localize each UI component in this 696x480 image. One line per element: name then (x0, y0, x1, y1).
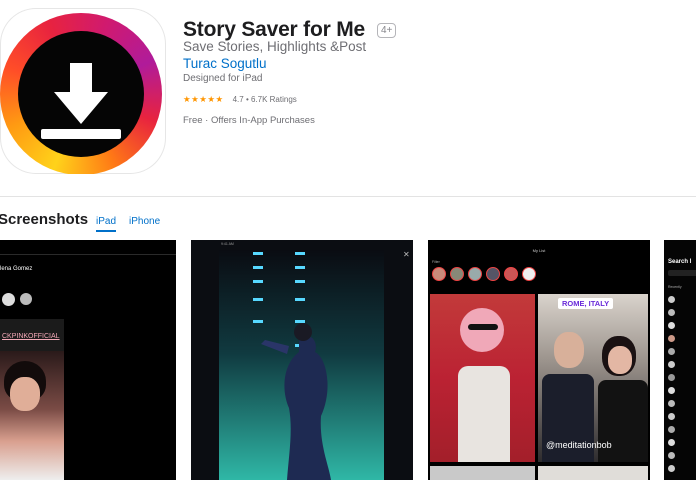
rating-text: 4.7 • 6.7K Ratings (232, 95, 297, 104)
designed-for-label: Designed for iPad (183, 73, 263, 84)
post-banner: CKPINKOFFICIAL (2, 333, 60, 340)
nav-title: My List (532, 248, 546, 253)
search-input (668, 270, 696, 276)
story-photo (430, 294, 535, 462)
app-subtitle: Save Stories, Highlights &Post (183, 39, 367, 54)
location-tag: ROME, ITALY (558, 298, 614, 309)
star-rating-icon: ★★★★★ (183, 94, 224, 104)
developer-link[interactable]: Turac Sogutlu (183, 56, 267, 71)
story-photo: ROME, ITALY @meditationbob (538, 294, 648, 462)
screenshot-4[interactable]: Search I Recently (664, 240, 696, 480)
rating-row: ★★★★★ 4.7 • 6.7K Ratings (183, 94, 297, 105)
watermark-text: @meditationbob (546, 440, 612, 450)
story-avatar (20, 293, 32, 305)
age-rating-badge: 4+ (376, 22, 397, 38)
screenshots-heading: Screenshots (0, 211, 89, 228)
price-label: Free · Offers In-App Purchases (183, 115, 315, 126)
post-photo (0, 351, 64, 480)
section-divider (0, 196, 696, 197)
screenshot-2[interactable]: 9:41 AM ✕ (191, 240, 413, 480)
post-card: CKPINKOFFICIAL (0, 319, 64, 480)
screenshot-3[interactable]: My List Filter ROME, ITALY @meditationbo… (428, 240, 650, 480)
story-avatar (2, 293, 15, 306)
profile-name: lena Gomez (0, 266, 33, 272)
tab-iphone[interactable]: iPhone (129, 216, 160, 227)
filter-label: Filter (432, 260, 440, 264)
concert-photo (219, 250, 384, 480)
app-icon (0, 8, 166, 174)
recently-label: Recently (668, 285, 682, 289)
close-icon[interactable]: ✕ (403, 250, 410, 259)
search-label: Search I (668, 259, 692, 265)
download-icon (41, 63, 121, 139)
screenshot-1[interactable]: lena Gomez CKPINKOFFICIAL (0, 240, 176, 480)
tab-ipad[interactable]: iPad (96, 216, 117, 232)
